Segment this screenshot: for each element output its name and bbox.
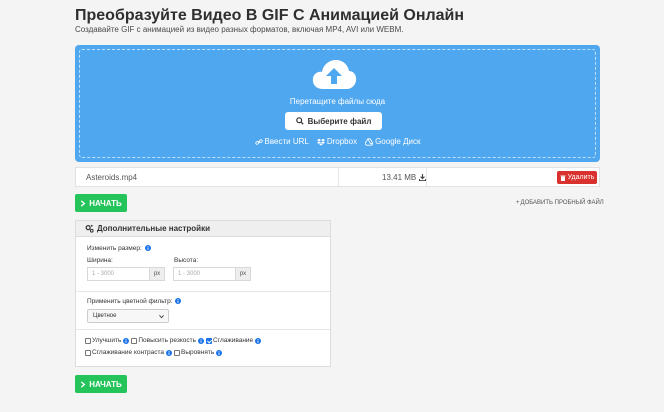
dropbox-label: Dropbox	[326, 137, 358, 146]
option-antialias[interactable]: Сглаживание	[206, 337, 262, 344]
filter-label-row: Применить цветной фильтр:	[87, 298, 182, 305]
height-label: Высота:	[174, 257, 199, 264]
start-button[interactable]: НАЧАТЬ	[75, 194, 127, 212]
height-unit: px	[235, 267, 251, 281]
choose-file-label: Выберите файл	[307, 116, 372, 126]
upload-dropzone[interactable]: Перетащите файлы сюда Выберите файл Ввес…	[75, 45, 600, 162]
filter-label: Применить цветной фильтр:	[87, 298, 173, 305]
enhance-checkbox[interactable]	[85, 337, 91, 344]
choose-file-button[interactable]: Выберите файл	[285, 112, 382, 130]
height-input-group: 1 - 3000 px	[173, 267, 251, 281]
contrast-smoothing-checkbox[interactable]	[85, 349, 91, 356]
sharpen-label: Повысить резкость	[138, 337, 197, 344]
delete-label: Удалить	[567, 174, 595, 181]
start-label: НАЧАТЬ	[89, 198, 122, 208]
trash-icon	[560, 175, 566, 181]
width-unit: px	[149, 267, 165, 281]
section-divider	[76, 329, 330, 330]
chevron-right-icon	[80, 380, 86, 388]
file-size: 13.41 MB	[382, 173, 427, 182]
file-name: Asteroids.mp4	[86, 173, 138, 182]
width-label: Ширина:	[87, 257, 113, 264]
add-sample-label: ДОБАВИТЬ ПРОБНЫЙ ФАЙЛ	[520, 200, 604, 206]
enter-url-label: Ввести URL	[264, 137, 309, 146]
add-sample-file-link[interactable]: + ДОБАВИТЬ ПРОБНЫЙ ФАЙЛ	[516, 200, 604, 206]
contrast-smoothing-label: Сглаживание контраста	[92, 349, 165, 356]
gears-icon	[85, 224, 94, 233]
chevron-down-icon	[159, 314, 164, 319]
page-subtitle: Создавайте GIF с анимацией из видео разн…	[75, 25, 404, 34]
dropbox-link[interactable]: Dropbox	[316, 137, 358, 146]
enhance-label: Улучшить	[92, 337, 122, 344]
resize-label: Изменить размер:	[87, 245, 142, 252]
info-icon[interactable]	[255, 337, 262, 344]
cloud-upload-icon	[312, 60, 357, 89]
delete-file-button[interactable]: Удалить	[557, 171, 597, 184]
chevron-right-icon	[80, 199, 86, 207]
enter-url-link[interactable]: Ввести URL	[254, 137, 309, 146]
info-icon[interactable]	[216, 349, 223, 356]
option-enhance[interactable]: Улучшить	[85, 337, 130, 344]
google-drive-icon	[365, 137, 374, 146]
dropbox-icon	[316, 138, 325, 146]
start-button[interactable]: НАЧАТЬ	[75, 375, 127, 393]
advanced-settings-panel: Дополнительные настройки Изменить размер…	[75, 220, 331, 367]
upload-sources: Ввести URL Dropbox Google Диск	[75, 137, 600, 146]
resize-label-row: Изменить размер:	[87, 245, 151, 252]
google-drive-label: Google Диск	[375, 137, 421, 146]
plus-icon: +	[516, 200, 520, 206]
option-sharpen[interactable]: Повысить резкость	[131, 337, 205, 344]
settings-title: Дополнительные настройки	[97, 224, 210, 233]
drop-files-text: Перетащите файлы сюда	[289, 97, 386, 106]
page-title: Преобразуйте Видео В GIF С Анимацией Онл…	[75, 7, 465, 24]
option-contrast-smoothing[interactable]: Сглаживание контраста	[85, 349, 173, 356]
info-icon[interactable]	[175, 298, 182, 305]
start-label: НАЧАТЬ	[89, 379, 122, 389]
width-input[interactable]: 1 - 3000	[87, 267, 149, 281]
align-label: Выровнять	[181, 349, 215, 356]
settings-header: Дополнительные настройки	[76, 221, 330, 237]
google-drive-link[interactable]: Google Диск	[365, 137, 420, 146]
width-input-group: 1 - 3000 px	[87, 267, 165, 281]
align-checkbox[interactable]	[174, 349, 181, 356]
info-icon[interactable]	[144, 245, 151, 252]
antialias-label: Сглаживание	[213, 337, 254, 344]
file-row: Asteroids.mp4 13.41 MB Удалить	[75, 167, 600, 187]
file-size-value: 13.41 MB	[382, 173, 417, 182]
info-icon[interactable]	[198, 337, 205, 344]
color-filter-value: Цветное	[93, 313, 117, 319]
antialias-checkbox[interactable]	[206, 337, 213, 344]
link-icon	[254, 138, 263, 145]
options-row-1: Улучшить Повысить резкость Сглаживание	[85, 337, 262, 344]
sharpen-checkbox[interactable]	[131, 337, 138, 344]
info-icon[interactable]	[123, 337, 130, 344]
options-row-2: Сглаживание контраста Выровнять	[85, 349, 223, 356]
column-divider	[338, 168, 339, 186]
color-filter-select[interactable]: Цветное	[87, 309, 169, 323]
height-input[interactable]: 1 - 3000	[173, 267, 235, 281]
info-icon[interactable]	[166, 349, 173, 356]
section-divider	[76, 291, 330, 292]
column-divider	[426, 168, 427, 186]
option-align[interactable]: Выровнять	[174, 349, 223, 356]
search-icon	[295, 117, 304, 125]
